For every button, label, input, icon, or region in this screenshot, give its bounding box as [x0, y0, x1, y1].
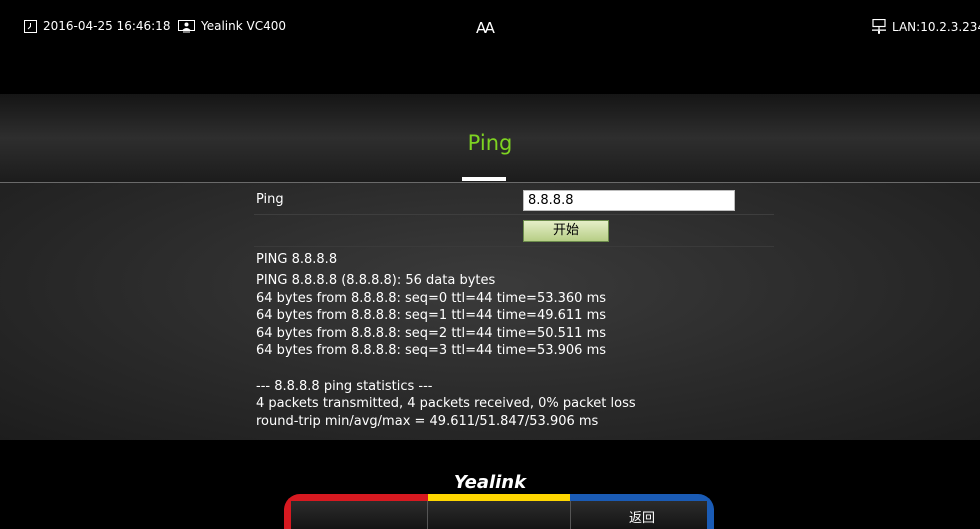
yealink-logo: Yealink [453, 472, 527, 493]
output-line: 4 packets transmitted, 4 packets receive… [256, 396, 636, 412]
row-divider [254, 246, 774, 247]
start-button[interactable]: 开始 [523, 220, 609, 242]
tab-indicator [462, 177, 506, 181]
monitor-icon [178, 19, 195, 32]
output-line: PING 8.8.8.8 (8.8.8.8): 56 data bytes [256, 273, 496, 288]
page-title: Ping [467, 131, 513, 155]
ping-address-input[interactable] [523, 190, 735, 211]
softkey-divider [427, 501, 428, 529]
output-line: 64 bytes from 8.8.8.8: seq=3 ttl=44 time… [256, 343, 607, 359]
output-line: 64 bytes from 8.8.8.8: seq=2 ttl=44 time… [256, 325, 607, 341]
clock-icon [24, 19, 37, 33]
output-line: round-trip min/avg/max = 49.611/51.847/5… [256, 413, 599, 429]
network-text: LAN:10.2.3.234 [892, 19, 980, 34]
datetime-display: 2016-04-25 16:46:18 [24, 19, 170, 33]
device-name-display: Yealink VC400 [178, 19, 286, 33]
back-softkey[interactable]: 返回 [570, 507, 714, 526]
network-status: LAN:10.2.3.234 [872, 19, 980, 34]
row-divider [254, 214, 774, 215]
output-line: --- 8.8.8.8 ping statistics --- [256, 378, 433, 394]
status-bar: 2016-04-25 16:46:18 Yealink VC400 AA LAN… [0, 6, 980, 94]
datetime-text: 2016-04-25 16:46:18 [43, 19, 171, 33]
output-line: 64 bytes from 8.8.8.8: seq=0 ttl=44 time… [256, 290, 607, 306]
ping-label: Ping [256, 192, 284, 207]
device-name-text: Yealink VC400 [201, 19, 287, 33]
network-icon [872, 19, 886, 34]
font-size-toggle-icon[interactable]: AA [476, 19, 495, 37]
ping-output-log: PING 8.8.8.8 (8.8.8.8): 56 data bytes 64… [256, 272, 636, 430]
output-heading: PING 8.8.8.8 [256, 252, 338, 267]
output-line: 64 bytes from 8.8.8.8: seq=1 ttl=44 time… [256, 308, 607, 324]
